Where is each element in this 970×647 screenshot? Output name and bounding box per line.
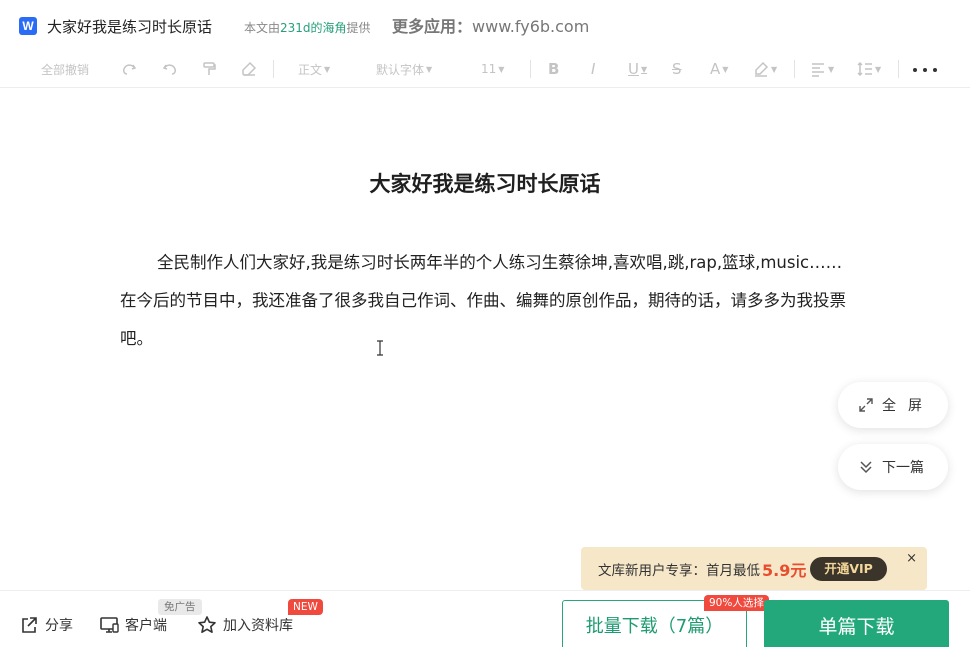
paragraph-style-value: 正文 <box>298 62 323 77</box>
font-size-select[interactable]: 11 ▼ <box>481 59 504 79</box>
fullscreen-button[interactable]: 全屏 <box>838 382 948 428</box>
fullscreen-label: 全屏 <box>882 398 934 414</box>
promo-price: 5.9元 <box>762 560 807 580</box>
popular-choice-badge: 90%人选择 <box>704 595 769 611</box>
more-apps-url: www.fy6b.com <box>472 17 590 36</box>
provided-prefix: 本文由 <box>244 21 281 35</box>
promo-text: 文库新用户专享：首月最低 <box>598 562 760 579</box>
caret-down-icon: ▼ <box>498 64 505 74</box>
new-badge: NEW <box>288 599 323 615</box>
font-color-icon[interactable]: A ▼ <box>710 59 728 79</box>
underline-icon[interactable]: U ▼ <box>628 59 647 79</box>
more-options-icon[interactable] <box>913 68 937 72</box>
open-vip-button[interactable]: 开通VIP <box>810 556 887 581</box>
double-chevron-down-icon <box>860 461 872 474</box>
caret-down-icon: ▼ <box>426 64 433 74</box>
font-size-value: 11 <box>481 62 497 76</box>
undo-all-button[interactable]: 全部撤销 <box>41 59 89 79</box>
align-icon[interactable]: ▼ <box>810 59 834 79</box>
single-download-button[interactable]: 单篇下载 <box>764 600 949 647</box>
italic-icon[interactable]: I <box>591 59 595 79</box>
eraser-icon[interactable] <box>241 59 257 79</box>
toolbar-divider <box>794 60 795 78</box>
bottom-action-bar: 分享 免广告 客户端 NEW 加入资料库 批量下载（7篇） 90%人选择 单篇下… <box>0 590 970 647</box>
bold-icon[interactable]: B <box>548 59 559 79</box>
share-button[interactable]: 分享 <box>19 615 73 635</box>
share-icon <box>22 617 37 633</box>
ad-free-badge: 免广告 <box>158 599 202 615</box>
provided-suffix: 提供 <box>346 21 371 35</box>
editor-toolbar: 全部撤销 正文 ▼ 默认字体 ▼ 11 ▼ B I U ▼ S A ▼ ▼ ▼ ▼ <box>0 50 970 88</box>
document-title: 大家好我是练习时长原话 <box>47 18 213 36</box>
line-spacing-icon[interactable]: ▼ <box>857 59 881 79</box>
share-label: 分享 <box>45 618 73 634</box>
more-apps-label: 更多应用： <box>392 17 473 36</box>
add-to-library-button[interactable]: 加入资料库 <box>197 615 293 635</box>
next-document-button[interactable]: 下一篇 <box>838 444 948 490</box>
monitor-icon <box>100 617 119 633</box>
provided-by-text: 本文由231d的海角提供 <box>244 19 371 36</box>
text-cursor-icon <box>377 340 383 356</box>
redo-icon[interactable] <box>121 59 137 79</box>
wps-logo-icon: W <box>19 17 37 35</box>
undo-icon[interactable] <box>162 59 178 79</box>
client-label: 客户端 <box>125 618 167 634</box>
star-icon <box>198 616 216 633</box>
expand-icon <box>859 398 873 412</box>
toolbar-divider <box>898 60 899 78</box>
toolbar-divider <box>273 60 274 78</box>
author-link[interactable]: 231d的海角 <box>280 21 347 35</box>
title-bar: W 大家好我是练习时长原话 本文由231d的海角提供 更多应用：www.fy6b… <box>0 0 970 50</box>
client-button[interactable]: 客户端 <box>99 615 167 635</box>
font-family-value: 默认字体 <box>376 62 425 77</box>
document-heading: 大家好我是练习时长原话 <box>369 172 601 196</box>
document-paragraph[interactable]: 全民制作人们大家好,我是练习时长两年半的个人练习生蔡徐坤,喜欢唱,跳,rap,篮… <box>120 244 850 358</box>
vip-promo-banner: 文库新用户专享：首月最低 5.9元 开通VIP × <box>581 547 927 590</box>
add-to-library-label: 加入资料库 <box>223 618 293 634</box>
font-family-select[interactable]: 默认字体 ▼ <box>376 59 432 79</box>
format-painter-icon[interactable] <box>201 59 217 79</box>
paragraph-style-select[interactable]: 正文 ▼ <box>298 59 330 79</box>
caret-down-icon: ▼ <box>324 64 331 74</box>
more-apps-watermark: 更多应用：www.fy6b.com <box>392 13 589 37</box>
close-icon[interactable]: × <box>906 551 917 566</box>
toolbar-divider <box>530 60 531 78</box>
strikethrough-icon[interactable]: S <box>672 59 682 79</box>
next-document-label: 下一篇 <box>882 460 924 476</box>
highlight-icon[interactable]: ▼ <box>753 59 777 79</box>
